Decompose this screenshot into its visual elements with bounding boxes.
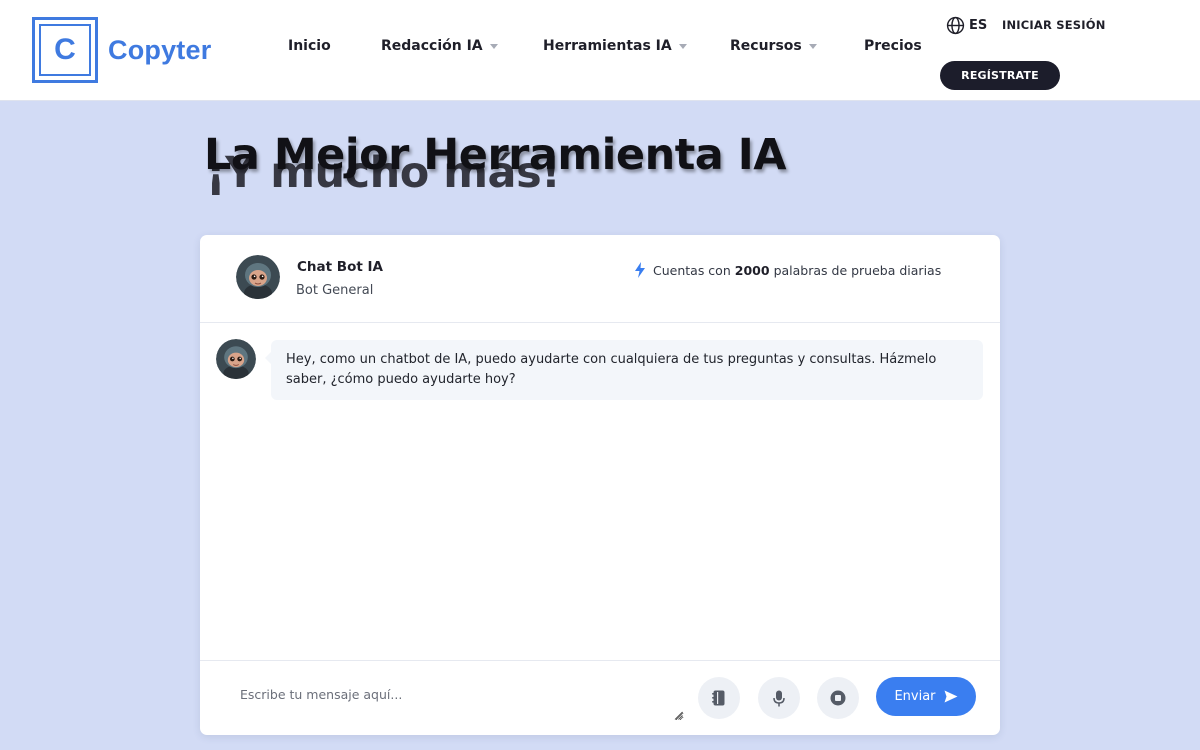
site-header: C Copyter Inicio Redacción IA Herramient…	[0, 0, 1200, 101]
caret-down-icon	[808, 44, 817, 49]
logo-letter: C	[39, 24, 91, 76]
hero: ¡Y mucho más! La Mejor Herramienta IA	[204, 128, 964, 208]
chat-header: Chat Bot IA Bot General Cuentas con 2000…	[200, 235, 1000, 323]
nav-item-label: Inicio	[288, 38, 331, 54]
trial-suffix: palabras de prueba diarias	[773, 262, 942, 278]
voice-input-button[interactable]	[758, 677, 800, 719]
bot-name: Chat Bot IA	[297, 259, 383, 275]
send-button-label: Enviar	[894, 689, 936, 704]
nav-item-herramientas-ia[interactable]: Herramientas IA	[543, 38, 687, 54]
language-code: ES	[969, 18, 988, 33]
logo-mark: C	[32, 17, 98, 83]
caret-down-icon	[678, 44, 687, 49]
microphone-icon	[773, 690, 785, 706]
nav-item-label: Redacción IA	[381, 38, 483, 54]
send-button[interactable]: Enviar	[876, 677, 976, 716]
bot-avatar	[236, 255, 280, 299]
trial-words-notice: Cuentas con 2000 palabras de prueba diar…	[634, 262, 941, 278]
trial-word-count: 2000	[734, 262, 770, 278]
chat-card: Chat Bot IA Bot General Cuentas con 2000…	[200, 235, 1000, 735]
bot-message: Hey, como un chatbot de IA, puedo ayudar…	[265, 340, 983, 400]
nav-item-label: Herramientas IA	[543, 38, 672, 54]
message-input[interactable]	[224, 675, 684, 721]
register-button[interactable]: REGÍSTRATE	[940, 61, 1060, 90]
nav-item-redaccion-ia[interactable]: Redacción IA	[381, 38, 498, 54]
brand-logo[interactable]: C Copyter	[32, 17, 211, 83]
message-composer: Enviar	[200, 660, 1000, 735]
nav-item-inicio[interactable]: Inicio	[288, 38, 331, 54]
resize-handle-icon[interactable]	[674, 711, 683, 720]
message-avatar	[216, 339, 256, 379]
stop-button[interactable]	[817, 677, 859, 719]
hero-title: La Mejor Herramienta IA	[204, 130, 787, 180]
caret-down-icon	[489, 44, 498, 49]
globe-icon	[946, 16, 965, 35]
prompt-book-icon	[712, 690, 725, 706]
send-arrow-icon	[944, 690, 958, 703]
brand-name: Copyter	[108, 34, 212, 65]
bot-role: Bot General	[296, 283, 374, 298]
language-selector[interactable]: ES	[946, 16, 987, 35]
nav-item-precios[interactable]: Precios	[864, 38, 922, 54]
nav-item-recursos[interactable]: Recursos	[730, 38, 817, 54]
login-link[interactable]: INICIAR SESIÓN	[1002, 18, 1106, 32]
lightning-icon	[635, 262, 645, 278]
prompt-library-button[interactable]	[698, 677, 740, 719]
nav-item-label: Recursos	[730, 38, 802, 54]
nav-item-label: Precios	[864, 38, 922, 54]
stop-icon	[830, 690, 846, 706]
trial-prefix: Cuentas con	[653, 262, 731, 278]
